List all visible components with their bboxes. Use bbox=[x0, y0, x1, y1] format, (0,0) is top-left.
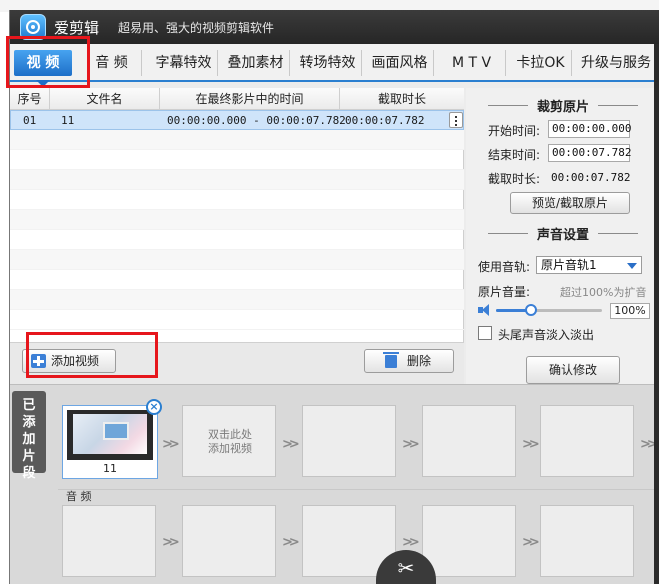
chevron-right-icon: >> bbox=[402, 437, 420, 452]
clip-section-title: 裁剪原片 bbox=[466, 96, 659, 115]
preview-clip-button[interactable]: 预览/截取原片 bbox=[510, 192, 630, 214]
added-clips-tab[interactable]: 已 添 加 片 段 bbox=[12, 391, 46, 481]
row-index: 01 bbox=[23, 114, 37, 127]
table-row-empty bbox=[10, 230, 464, 250]
col-filename: 文件名 bbox=[50, 88, 160, 110]
tab-audio[interactable]: 音 频 bbox=[82, 50, 142, 76]
col-final-time: 在最终影片中的时间 bbox=[160, 88, 340, 110]
duration-value: 00:00:07.782 bbox=[551, 171, 631, 184]
table-row-empty bbox=[10, 130, 464, 150]
fade-checkbox[interactable] bbox=[478, 326, 492, 340]
table-row[interactable]: 01 11 00:00:00.000 - 00:00:07.782 00:00:… bbox=[10, 110, 464, 130]
tab-picture-style[interactable]: 画面风格 bbox=[366, 50, 434, 76]
chevron-right-icon: >> bbox=[402, 535, 420, 550]
end-time-label: 结束时间: bbox=[488, 148, 541, 162]
table-row-empty bbox=[10, 290, 464, 310]
table-row-empty bbox=[10, 250, 464, 270]
side-tab-char: 段 bbox=[22, 466, 36, 481]
highlight-video-tab bbox=[6, 36, 90, 88]
audio-track-label: 使用音轨: bbox=[478, 260, 531, 274]
empty-video-slot[interactable] bbox=[302, 405, 396, 477]
side-tab-char: 添 bbox=[22, 415, 36, 430]
delete-button[interactable]: 删除 bbox=[364, 349, 454, 373]
row-more-icon[interactable] bbox=[449, 112, 463, 128]
speaker-icon bbox=[478, 304, 494, 316]
chevron-right-icon: >> bbox=[522, 437, 540, 452]
chevron-right-icon: >> bbox=[162, 437, 180, 452]
app-subtitle: 超易用、强大的视频剪辑软件 bbox=[118, 21, 275, 35]
empty-video-slot[interactable] bbox=[540, 405, 634, 477]
empty-video-slot[interactable] bbox=[422, 405, 516, 477]
start-time-input[interactable]: 00:00:00.000 bbox=[548, 120, 631, 138]
volume-slider[interactable] bbox=[496, 304, 602, 316]
table-row-empty bbox=[10, 170, 464, 190]
table-row-empty bbox=[10, 150, 464, 170]
highlight-add-video bbox=[26, 332, 158, 378]
app-window: 爱剪辑 超易用、强大的视频剪辑软件 视 频 音 频 字幕特效 叠加素材 转场特效… bbox=[9, 10, 659, 584]
duration-label: 截取时长: bbox=[488, 172, 541, 186]
trash-icon bbox=[383, 352, 399, 368]
tab-karaoke[interactable]: 卡拉OK bbox=[510, 50, 572, 76]
start-time-label: 开始时间: bbox=[488, 124, 541, 138]
table-row-empty bbox=[10, 270, 464, 290]
clip-thumbnail bbox=[67, 410, 153, 460]
side-tab-char: 片 bbox=[22, 449, 36, 464]
col-duration: 截取时长 bbox=[377, 92, 426, 106]
fade-label: 头尾声音淡入淡出 bbox=[498, 328, 595, 342]
tab-transition-effects[interactable]: 转场特效 bbox=[294, 50, 362, 76]
row-filename: 11 bbox=[61, 114, 75, 127]
empty-slot-text: 双击此处 添加视频 bbox=[208, 428, 252, 455]
volume-hint: 超过100%为扩音 bbox=[560, 286, 647, 299]
row-duration: 00:00:07.782 bbox=[345, 114, 425, 127]
audio-track-header: 音 频 bbox=[58, 489, 659, 503]
volume-value[interactable]: 100% bbox=[610, 303, 650, 319]
empty-audio-slot[interactable] bbox=[182, 505, 276, 577]
empty-audio-slot[interactable] bbox=[540, 505, 634, 577]
table-row-empty bbox=[10, 210, 464, 230]
clip-name: 11 bbox=[103, 462, 117, 475]
row-time-range: 00:00:00.000 - 00:00:07.782 bbox=[167, 114, 346, 127]
audio-track-select[interactable]: 原片音轨1 bbox=[536, 256, 642, 274]
side-tab-char: 加 bbox=[22, 432, 36, 447]
sound-section-title: 声音设置 bbox=[466, 224, 659, 243]
table-row-empty bbox=[10, 190, 464, 210]
right-edge bbox=[654, 44, 659, 584]
tab-overlay-material[interactable]: 叠加素材 bbox=[222, 50, 290, 76]
empty-audio-slot[interactable] bbox=[422, 505, 516, 577]
chevron-right-icon: >> bbox=[162, 535, 180, 550]
main-menu-tabs: 视 频 音 频 字幕特效 叠加素材 转场特效 画面风格 M T V 卡拉OK 升… bbox=[10, 44, 659, 82]
chevron-right-icon: >> bbox=[522, 535, 540, 550]
title-bar: 爱剪辑 超易用、强大的视频剪辑软件 bbox=[10, 10, 659, 44]
col-index: 序号 bbox=[10, 88, 50, 110]
tab-mtv[interactable]: M T V bbox=[438, 50, 506, 76]
volume-label: 原片音量: bbox=[478, 285, 531, 299]
end-time-input[interactable]: 00:00:07.782 bbox=[548, 144, 631, 162]
app-name: 爱剪辑 bbox=[54, 19, 100, 37]
table-body: 01 11 00:00:00.000 - 00:00:07.782 00:00:… bbox=[10, 110, 464, 342]
tab-subtitle-effects[interactable]: 字幕特效 bbox=[150, 50, 218, 76]
chevron-right-icon: >> bbox=[282, 535, 300, 550]
volume-slider-knob[interactable] bbox=[524, 304, 537, 316]
video-file-table: 序号 文件名 在最终影片中的时间 截取时长 01 11 00:00:00.000… bbox=[10, 88, 464, 342]
tab-upgrade-service[interactable]: 升级与服务 bbox=[576, 50, 656, 76]
audio-track-value: 原片音轨1 bbox=[541, 258, 597, 272]
empty-audio-slot[interactable] bbox=[62, 505, 156, 577]
close-icon[interactable]: × bbox=[146, 399, 162, 415]
confirm-button[interactable]: 确认修改 bbox=[526, 356, 620, 384]
table-row-empty bbox=[10, 310, 464, 330]
empty-video-slot[interactable]: 双击此处 添加视频 bbox=[182, 405, 276, 477]
clip-settings-panel: 裁剪原片 开始时间: 00:00:00.000 结束时间: 00:00:07.7… bbox=[466, 88, 659, 384]
video-clip-card[interactable]: 11 bbox=[62, 405, 158, 479]
chevron-down-icon bbox=[627, 263, 637, 269]
table-header: 序号 文件名 在最终影片中的时间 截取时长 bbox=[10, 88, 464, 110]
storyboard-panel: 已 添 加 片 段 11 × >> 双击此处 添加视频 >> >> >> >> … bbox=[10, 384, 659, 584]
side-tab-char: 已 bbox=[22, 398, 36, 413]
chevron-right-icon: >> bbox=[282, 437, 300, 452]
delete-label: 删除 bbox=[407, 354, 432, 368]
